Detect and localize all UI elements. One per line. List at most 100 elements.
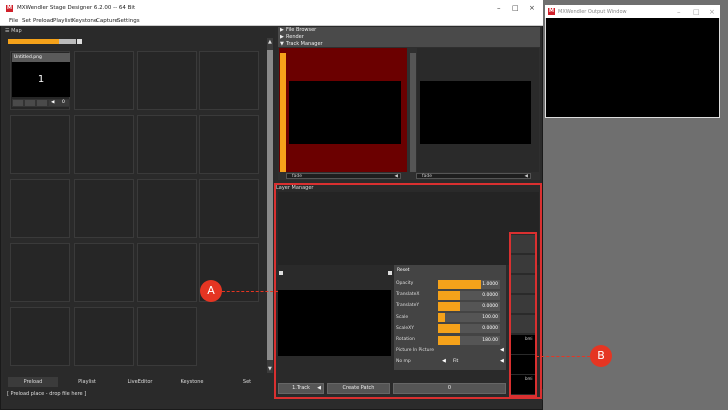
property-label: Scale: [396, 314, 409, 320]
arrow-left-icon: ◀: [394, 174, 398, 179]
menu-playlist[interactable]: Playlist: [53, 18, 73, 24]
section-render[interactable]: ▶ Render: [278, 34, 540, 41]
layer-slot[interactable]: [511, 275, 535, 294]
menu-keystone[interactable]: Keystone: [72, 18, 97, 24]
play-icon: ◀: [51, 100, 55, 105]
clip-cell[interactable]: [137, 51, 197, 110]
track-2-preview: [420, 81, 531, 144]
clip-cell[interactable]: [74, 179, 134, 238]
pip-arrow-icon[interactable]: ◀: [500, 347, 504, 353]
fit-prev-icon[interactable]: ◀: [442, 358, 446, 364]
no-mp-label: No mp: [396, 359, 411, 364]
clip-cell[interactable]: [74, 307, 134, 366]
arrow-left-icon: ◀: [317, 385, 321, 391]
clip-cell[interactable]: [10, 115, 70, 174]
property-value: 1.0000: [482, 281, 498, 287]
property-label: ScaleXY: [396, 325, 414, 331]
layer-slot[interactable]: [511, 255, 535, 274]
expand-icon: ▶: [280, 34, 284, 40]
output-window-title: MXWendler Output Window: [558, 9, 627, 15]
clip-cell[interactable]: [199, 179, 259, 238]
window-title: MXWendler Stage Designer 6.2.00 -- 64 Bi…: [17, 5, 136, 11]
minimize-icon[interactable]: –: [497, 4, 501, 12]
clip-cell[interactable]: [74, 243, 134, 302]
clip-cell[interactable]: [10, 243, 70, 302]
menu-settings[interactable]: Settings: [117, 18, 140, 24]
menu-capture[interactable]: Capture: [96, 18, 118, 24]
menu-preload[interactable]: Preload: [33, 18, 54, 24]
pip-label: Picture In Picture: [396, 348, 434, 353]
property-slider-fill: [438, 313, 446, 323]
menu-bar: File Set Preload Playlist Keystone Captu…: [0, 17, 543, 26]
expand-icon: ▶: [280, 27, 284, 33]
layer-list-area[interactable]: [278, 192, 539, 265]
property-label: TranslateY: [396, 303, 420, 309]
tab-keystone[interactable]: Keystone: [167, 377, 217, 387]
maximize-icon[interactable]: □: [512, 4, 519, 12]
clip-cell[interactable]: [137, 307, 197, 366]
tab-set[interactable]: Set: [222, 377, 272, 387]
callout-a: A: [200, 280, 222, 302]
clip-ctrl-1[interactable]: [12, 99, 24, 107]
clip-cell[interactable]: [137, 115, 197, 174]
layer-preview: [278, 290, 391, 356]
clip-ctrl-3[interactable]: [36, 99, 48, 107]
track-select-button[interactable]: 1.Track ◀: [278, 383, 324, 394]
layer-slot[interactable]: [511, 295, 535, 314]
menu-file[interactable]: File: [9, 18, 18, 24]
property-value: 100.00: [482, 315, 498, 321]
callout-b: B: [590, 345, 612, 367]
layer-slot-preview[interactable]: [511, 355, 535, 374]
maximize-icon[interactable]: □: [693, 8, 700, 16]
close-icon[interactable]: ×: [529, 4, 535, 12]
property-label: Rotation: [396, 337, 415, 342]
callout-a-line: [222, 291, 278, 292]
layer-checkbox-right[interactable]: [388, 271, 392, 275]
tab-liveeditor[interactable]: LiveEditor: [115, 377, 165, 387]
layer-slot-preview[interactable]: bmi: [511, 335, 535, 354]
map-scrollbar-thumb[interactable]: [267, 50, 273, 360]
property-value: 180.00: [482, 337, 498, 343]
fit-next-icon[interactable]: ◀: [500, 358, 504, 364]
layer-slot[interactable]: [511, 235, 535, 254]
tab-preload[interactable]: Preload: [8, 377, 58, 387]
clip-cell[interactable]: [10, 307, 70, 366]
scroll-up-icon[interactable]: ▲: [268, 39, 272, 45]
menu-set[interactable]: Set: [22, 18, 31, 24]
property-slider-fill: [438, 335, 460, 345]
section-file-browser[interactable]: ▶ File Browser: [278, 27, 540, 34]
tab-playlist[interactable]: Playlist: [62, 377, 112, 387]
clip-ctrl-2[interactable]: [24, 99, 36, 107]
output-window: [545, 5, 720, 118]
property-value: 0.0000: [482, 292, 498, 298]
clip-cell[interactable]: [74, 115, 134, 174]
fit-value[interactable]: Fit: [453, 357, 458, 367]
clip-thumbnail[interactable]: 1: [12, 62, 70, 97]
map-panel-title: ☰ Map: [5, 28, 22, 34]
layer-slot[interactable]: [511, 315, 535, 334]
zero-button[interactable]: 0: [393, 383, 506, 394]
reset-button[interactable]: Reset: [397, 268, 410, 273]
close-icon[interactable]: ×: [709, 8, 715, 16]
minimize-icon[interactable]: –: [677, 8, 681, 16]
title-bar: M MXWendler Stage Designer 6.2.00 -- 64 …: [0, 0, 543, 17]
layer-slot-preview[interactable]: bmi: [511, 375, 535, 394]
create-patch-button[interactable]: Create Patch: [327, 383, 390, 394]
clip-cell[interactable]: [199, 115, 259, 174]
progress-handle-icon[interactable]: [77, 39, 82, 44]
clip-cell[interactable]: [10, 179, 70, 238]
clip-cell[interactable]: [199, 51, 259, 110]
scroll-down-icon[interactable]: ▼: [268, 366, 272, 372]
track-1-level-bar[interactable]: [280, 53, 286, 172]
clip-cell[interactable]: [137, 179, 197, 238]
layer-checkbox-left[interactable]: [279, 271, 283, 275]
clip-cell[interactable]: [137, 243, 197, 302]
property-value: 0.0000: [482, 303, 498, 309]
track-2-fade[interactable]: fade ◀: [416, 173, 531, 179]
property-slider-fill: [438, 324, 460, 334]
clip-cell[interactable]: [74, 51, 134, 110]
property-label: Opacity: [396, 281, 414, 286]
clip-counter[interactable]: ◀ 0: [48, 99, 70, 107]
track-2-level-bar[interactable]: [410, 53, 416, 172]
track-1-fade[interactable]: fade ◀: [286, 173, 401, 179]
